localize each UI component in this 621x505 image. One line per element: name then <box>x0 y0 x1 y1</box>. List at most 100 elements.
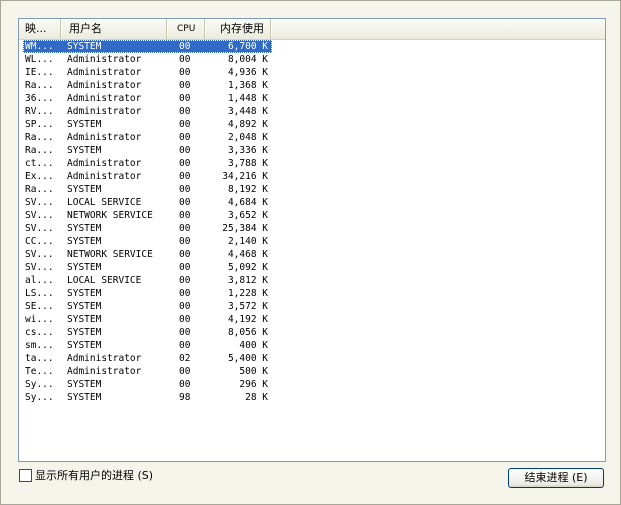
process-memory-usage: 296 K <box>239 379 268 390</box>
process-row[interactable]: al... LOCAL SERVICE 00 3,812 K <box>19 274 605 287</box>
process-row[interactable]: SV... LOCAL SERVICE 00 4,684 K <box>19 196 605 209</box>
process-user-name: Administrator <box>67 80 142 91</box>
process-cpu: 00 <box>179 41 191 52</box>
process-cpu: 00 <box>179 197 191 208</box>
process-user-name: Administrator <box>67 106 142 117</box>
column-header-bar: 映... 用户名 CPU 内存使用 <box>19 19 605 40</box>
process-row[interactable]: SV... SYSTEM 00 25,384 K <box>19 222 605 235</box>
process-image-name: sm... <box>25 340 54 351</box>
process-cpu: 98 <box>179 392 191 403</box>
process-row[interactable]: Ra... Administrator 00 1,368 K <box>19 79 605 92</box>
process-memory-usage: 25,384 K <box>222 223 268 234</box>
process-memory-usage: 2,048 K <box>227 132 268 143</box>
process-cpu: 00 <box>179 366 191 377</box>
process-row[interactable]: wi... SYSTEM 00 4,192 K <box>19 313 605 326</box>
process-row[interactable]: IE... Administrator 00 4,936 K <box>19 66 605 79</box>
process-user-name: SYSTEM <box>67 379 102 390</box>
process-cpu: 00 <box>179 67 191 78</box>
process-row[interactable]: ct... Administrator 00 3,788 K <box>19 157 605 170</box>
process-row[interactable]: SV... NETWORK SERVICE 00 3,652 K <box>19 209 605 222</box>
end-process-button[interactable]: 结束进程 (E) <box>508 468 604 488</box>
process-cpu: 00 <box>179 223 191 234</box>
process-cpu: 00 <box>179 132 191 143</box>
process-row[interactable]: Sy... SYSTEM 98 28 K <box>19 391 605 404</box>
process-memory-usage: 4,936 K <box>227 67 268 78</box>
process-row[interactable]: SP... SYSTEM 00 4,892 K <box>19 118 605 131</box>
process-memory-usage: 34,216 K <box>222 171 268 182</box>
process-row[interactable]: CC... SYSTEM 00 2,140 K <box>19 235 605 248</box>
process-user-name: SYSTEM <box>67 301 102 312</box>
process-row[interactable]: SE... SYSTEM 00 3,572 K <box>19 300 605 313</box>
process-user-name: Administrator <box>67 171 142 182</box>
process-row[interactable]: Sy... SYSTEM 00 296 K <box>19 378 605 391</box>
process-cpu: 00 <box>179 275 191 286</box>
checkbox-box[interactable] <box>19 469 32 482</box>
process-row[interactable]: cs... SYSTEM 00 8,056 K <box>19 326 605 339</box>
process-image-name: Sy... <box>25 379 54 390</box>
process-image-name: 36... <box>25 93 54 104</box>
column-header-user-name[interactable]: 用户名 <box>61 19 168 39</box>
process-row[interactable]: Te... Administrator 00 500 K <box>19 365 605 378</box>
process-user-name: LOCAL SERVICE <box>67 197 142 208</box>
column-header-filler <box>271 19 605 39</box>
column-header-cpu[interactable]: CPU <box>167 19 206 39</box>
process-memory-usage: 400 K <box>239 340 268 351</box>
process-image-name: cs... <box>25 327 54 338</box>
process-cpu: 00 <box>179 171 191 182</box>
process-image-name: WL... <box>25 54 54 65</box>
column-header-image-name[interactable]: 映... <box>19 19 62 39</box>
process-row[interactable]: ta... Administrator 02 5,400 K <box>19 352 605 365</box>
process-image-name: ct... <box>25 158 54 169</box>
process-user-name: SYSTEM <box>67 288 102 299</box>
process-memory-usage: 4,684 K <box>227 197 268 208</box>
process-cpu: 00 <box>179 145 191 156</box>
process-memory-usage: 3,812 K <box>227 275 268 286</box>
process-row[interactable]: WL... Administrator 00 8,004 K <box>19 53 605 66</box>
process-row[interactable]: 36... Administrator 00 1,448 K <box>19 92 605 105</box>
process-user-name: Administrator <box>67 67 142 78</box>
process-row[interactable]: RV... Administrator 00 3,448 K <box>19 105 605 118</box>
process-image-name: Ex... <box>25 171 54 182</box>
process-user-name: SYSTEM <box>67 262 102 273</box>
process-row[interactable]: Ra... SYSTEM 00 3,336 K <box>19 144 605 157</box>
process-memory-usage: 1,228 K <box>227 288 268 299</box>
process-image-name: SV... <box>25 197 54 208</box>
process-user-name: SYSTEM <box>67 184 102 195</box>
show-all-users-label: 显示所有用户的进程 (S) <box>35 469 154 482</box>
process-image-name: RV... <box>25 106 54 117</box>
process-cpu: 00 <box>179 80 191 91</box>
process-user-name: SYSTEM <box>67 327 102 338</box>
process-row[interactable]: WM... SYSTEM 00 6,700 K <box>19 40 605 53</box>
process-row[interactable]: Ex... Administrator 00 34,216 K <box>19 170 605 183</box>
process-image-name: wi... <box>25 314 54 325</box>
process-user-name: SYSTEM <box>67 314 102 325</box>
process-image-name: IE... <box>25 67 54 78</box>
process-cpu: 00 <box>179 93 191 104</box>
process-cpu: 00 <box>179 379 191 390</box>
process-row[interactable]: LS... SYSTEM 00 1,228 K <box>19 287 605 300</box>
process-image-name: SV... <box>25 249 54 260</box>
process-user-name: SYSTEM <box>67 340 102 351</box>
process-cpu: 00 <box>179 54 191 65</box>
column-header-memory-usage[interactable]: 内存使用 <box>205 19 272 39</box>
process-image-name: ta... <box>25 353 54 364</box>
process-row[interactable]: SV... SYSTEM 00 5,092 K <box>19 261 605 274</box>
process-memory-usage: 8,192 K <box>227 184 268 195</box>
process-cpu: 00 <box>179 106 191 117</box>
process-memory-usage: 6,700 K <box>227 41 268 52</box>
process-user-name: SYSTEM <box>67 119 102 130</box>
process-image-name: LS... <box>25 288 54 299</box>
process-row[interactable]: SV... NETWORK SERVICE 00 4,468 K <box>19 248 605 261</box>
process-cpu: 00 <box>179 262 191 273</box>
process-user-name: LOCAL SERVICE <box>67 275 142 286</box>
process-cpu: 00 <box>179 119 191 130</box>
process-row[interactable]: sm... SYSTEM 00 400 K <box>19 339 605 352</box>
process-image-name: SV... <box>25 262 54 273</box>
process-user-name: Administrator <box>67 366 142 377</box>
process-cpu: 00 <box>179 301 191 312</box>
process-image-name: SV... <box>25 210 54 221</box>
process-row[interactable]: Ra... SYSTEM 00 8,192 K <box>19 183 605 196</box>
process-list[interactable]: 映... 用户名 CPU 内存使用 WM... SYSTEM 00 6,700 K WL… <box>18 18 606 462</box>
process-memory-usage: 3,652 K <box>227 210 268 221</box>
process-row[interactable]: Ra... Administrator 00 2,048 K <box>19 131 605 144</box>
